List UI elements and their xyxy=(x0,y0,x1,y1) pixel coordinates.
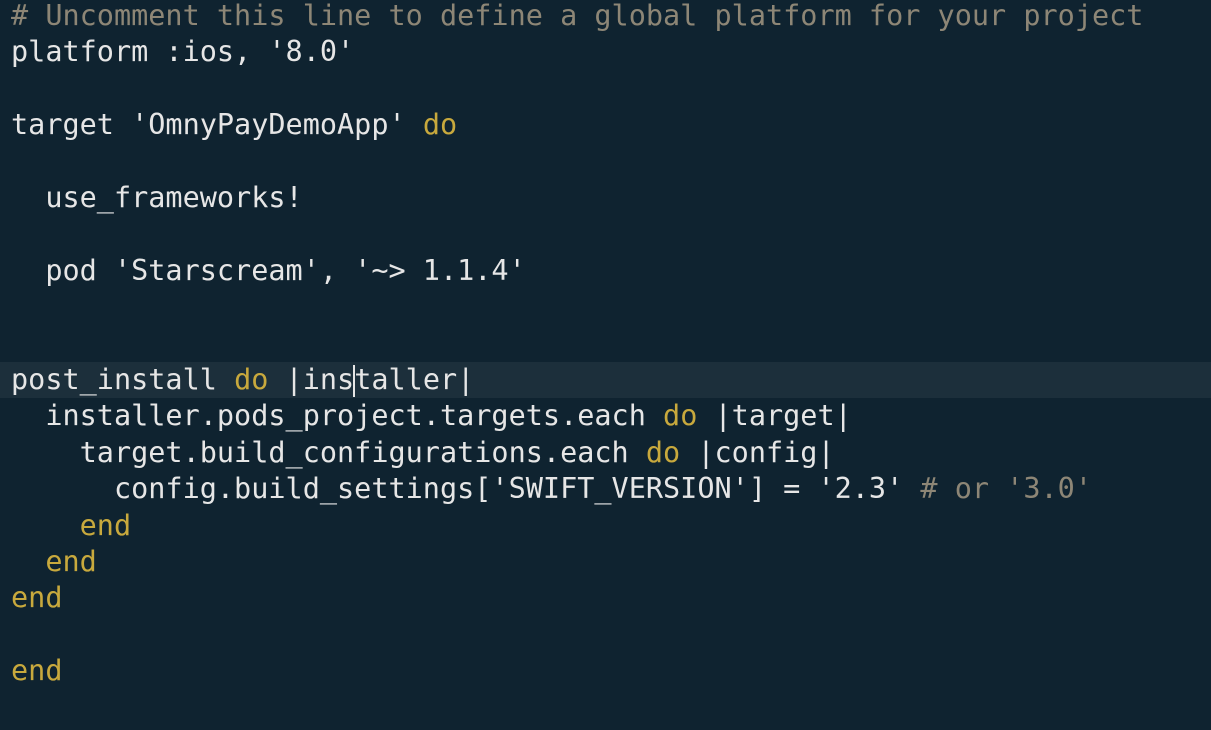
code-line[interactable]: end xyxy=(0,580,1211,616)
keyword-token: end xyxy=(79,508,132,542)
code-line[interactable] xyxy=(0,326,1211,362)
code-line[interactable]: pod 'Starscream', '~> 1.1.4' xyxy=(0,253,1211,289)
code-line[interactable]: target 'OmnyPayDemoApp' do xyxy=(0,107,1211,143)
keyword-token: end xyxy=(11,654,63,688)
code-line[interactable]: platform :ios, '8.0' xyxy=(0,34,1211,70)
code-token: use_frameworks! xyxy=(11,181,303,214)
code-token: post_install xyxy=(11,363,235,396)
code-token: pod 'Starscream', '~> 1.1.4' xyxy=(11,253,526,287)
comment-token: # or '3.0' xyxy=(920,472,1092,506)
code-token: taller| xyxy=(354,363,475,396)
current-code-line[interactable]: post_install do |installer| xyxy=(0,362,1211,399)
comment-token: # Uncomment this line to define a global… xyxy=(11,0,1144,32)
code-line[interactable]: end xyxy=(0,653,1211,689)
code-line[interactable] xyxy=(0,216,1211,252)
code-line[interactable] xyxy=(0,144,1211,180)
code-token: platform :ios, '8.0' xyxy=(11,35,355,69)
code-token: config.build_settings['SWIFT_VERSION'] =… xyxy=(11,472,921,506)
code-token: installer.pods_project.targets.each xyxy=(11,399,664,433)
code-line[interactable] xyxy=(0,617,1211,653)
code-line[interactable]: installer.pods_project.targets.each do |… xyxy=(0,398,1211,434)
code-line[interactable]: config.build_settings['SWIFT_VERSION'] =… xyxy=(0,471,1211,507)
keyword-token: end xyxy=(45,545,97,578)
code-token: |target| xyxy=(697,399,852,433)
keyword-token: do xyxy=(234,363,269,396)
code-line[interactable]: # Uncomment this line to define a global… xyxy=(0,0,1211,34)
keyword-token: do xyxy=(645,435,681,469)
code-line[interactable] xyxy=(0,289,1211,325)
code-token: |ins xyxy=(268,363,355,396)
code-line[interactable]: end xyxy=(0,544,1211,580)
code-editor[interactable]: # Uncomment this line to define a global… xyxy=(0,0,1211,730)
keyword-token: end xyxy=(11,581,63,615)
code-token: target.build_configurations.each xyxy=(11,435,646,469)
keyword-token: do xyxy=(422,108,458,142)
code-line[interactable]: target.build_configurations.each do |con… xyxy=(0,435,1211,471)
keyword-token: do xyxy=(663,399,698,433)
code-line[interactable]: end xyxy=(0,508,1211,544)
code-token: target 'OmnyPayDemoApp' xyxy=(11,108,423,142)
code-line[interactable]: use_frameworks! xyxy=(0,180,1211,216)
code-line[interactable] xyxy=(0,71,1211,107)
code-token: |config| xyxy=(680,435,835,469)
